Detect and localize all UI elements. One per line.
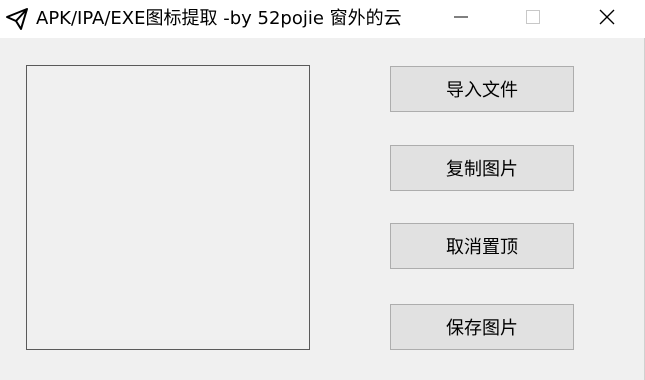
icon-preview-box [26, 65, 310, 350]
window-title: APK/IPA/EXE图标提取 -by 52pojie 窗外的云 [36, 8, 402, 29]
cancel-topmost-button[interactable]: 取消置顶 [390, 223, 574, 269]
minimize-button[interactable] [438, 0, 484, 38]
app-window: APK/IPA/EXE图标提取 -by 52pojie 窗外的云 导入文件 复制… [0, 0, 645, 380]
title-bar[interactable]: APK/IPA/EXE图标提取 -by 52pojie 窗外的云 [0, 0, 645, 38]
close-icon [598, 8, 616, 30]
minimize-icon [453, 9, 469, 29]
maximize-icon [525, 9, 541, 29]
copy-image-button[interactable]: 复制图片 [390, 145, 574, 191]
paper-plane-icon [4, 6, 30, 32]
close-button[interactable] [584, 0, 630, 38]
maximize-button[interactable] [510, 0, 556, 38]
import-file-button[interactable]: 导入文件 [390, 66, 574, 112]
save-image-button[interactable]: 保存图片 [390, 304, 574, 350]
